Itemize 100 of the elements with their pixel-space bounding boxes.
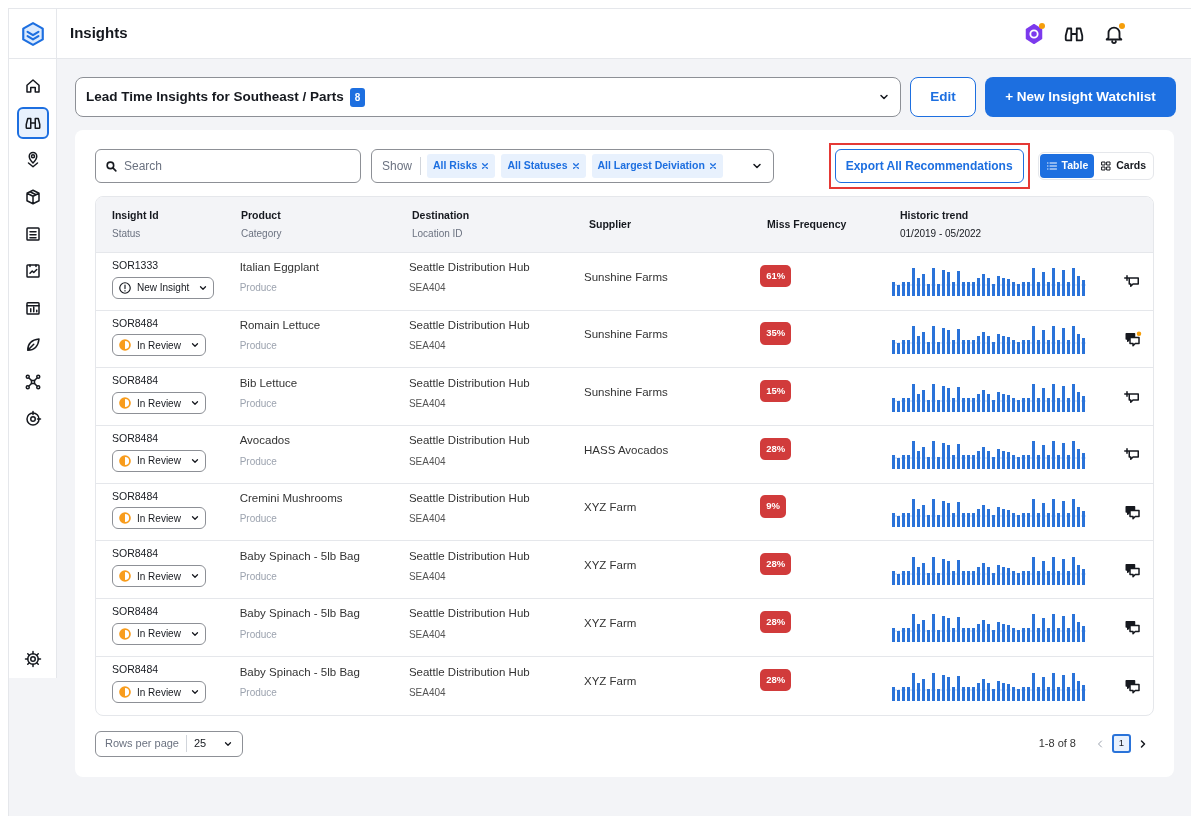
assistant-button[interactable] — [1023, 22, 1045, 45]
column-subtitle: 01/2019 - 05/2022 — [900, 227, 983, 242]
new-watchlist-button[interactable]: + New Insight Watchlist — [985, 77, 1176, 117]
location-id: SEA404 — [408, 396, 447, 411]
page-range: 1-8 of 8 — [1038, 736, 1076, 752]
filter-select[interactable]: Show All Risks All Statuses All Largest Deiviation — [371, 149, 774, 183]
filter-chip[interactable]: All Risks — [427, 154, 496, 178]
rows-per-page-value: 25 — [194, 736, 208, 752]
view-tab[interactable]: Table — [1039, 154, 1095, 178]
filter-chip[interactable]: All Statuses — [501, 154, 586, 178]
miss-frequency-badge: 61% — [760, 264, 792, 287]
half-moon-icon — [118, 626, 132, 641]
list-icon — [23, 225, 42, 243]
page-button[interactable]: 1 — [1112, 734, 1131, 753]
product-category: Produce — [239, 685, 278, 700]
export-button[interactable]: Export All Recommendations — [834, 149, 1024, 183]
destination-name: Seattle Distribution Hub — [408, 664, 531, 680]
location-id: SEA404 — [408, 339, 447, 354]
product-name: Bib Lettuce — [239, 375, 299, 391]
location-id: SEA404 — [408, 512, 447, 527]
supplier-name: Sunshine Farms — [584, 327, 669, 343]
miss-frequency-badge: 35% — [760, 322, 792, 345]
column-header: Historic trend — [900, 207, 970, 223]
status-select[interactable]: In Review — [112, 392, 206, 415]
insight-id: SOR8484 — [112, 488, 159, 504]
alert-icon — [118, 280, 132, 295]
close-icon — [708, 162, 717, 170]
list-icon — [1045, 160, 1058, 172]
edit-button[interactable]: Edit — [910, 77, 976, 117]
status-select[interactable]: In Review — [112, 681, 206, 704]
column-header: Product — [241, 207, 282, 223]
search-icon — [105, 160, 118, 173]
assistant-icon — [1023, 22, 1045, 45]
status-select[interactable]: New Insight — [112, 276, 215, 299]
insight-id: SOR8484 — [112, 604, 159, 620]
column-header: Insight Id — [112, 207, 160, 223]
close-icon — [481, 162, 490, 170]
product-name: Romain Lettuce — [239, 317, 322, 333]
miss-frequency-badge: 28% — [760, 669, 792, 692]
insight-id: SOR1333 — [112, 257, 159, 273]
half-moon-icon — [118, 453, 132, 468]
product-name: Baby Spinach - 5lb Bag — [239, 664, 361, 680]
package-icon — [23, 188, 42, 206]
supplier-name: XYZ Farm — [584, 615, 638, 631]
product-name: Baby Spinach - 5lb Bag — [239, 606, 361, 622]
status-select[interactable]: In Review — [112, 334, 206, 357]
product-category: Produce — [239, 281, 278, 296]
location-id: SEA404 — [408, 281, 447, 296]
supplier-name: HASS Avocados — [584, 442, 670, 458]
column-subtitle: Status — [112, 227, 142, 242]
status-select[interactable]: In Review — [112, 622, 206, 645]
product-category: Produce — [239, 396, 278, 411]
product-name: Baby Spinach - 5lb Bag — [239, 548, 361, 564]
watchlist-select[interactable]: Lead Time Insights for Southeast / Parts 8 — [75, 77, 901, 117]
destination-name: Seattle Distribution Hub — [408, 433, 531, 449]
supplier-name: Sunshine Farms — [584, 385, 669, 401]
destination-name: Seattle Distribution Hub — [408, 260, 531, 276]
product-name: Cremini Mushrooms — [239, 490, 344, 506]
column-subtitle: Category — [241, 227, 283, 242]
product-category: Produce — [239, 339, 278, 354]
miss-frequency-badge: 28% — [760, 610, 792, 634]
count-badge: 8 — [349, 87, 366, 107]
status-select[interactable]: In Review — [112, 565, 206, 588]
rows-per-page-select[interactable]: Rows per page 25 — [95, 730, 243, 757]
product-name: Avocados — [239, 433, 291, 449]
insight-id: SOR8484 — [112, 662, 159, 678]
view-tab[interactable]: Cards — [1094, 154, 1152, 178]
miss-frequency-badge: 28% — [760, 553, 792, 576]
search-field[interactable]: Search — [95, 149, 361, 183]
column-subtitle: Location ID — [412, 227, 464, 242]
logo-icon — [19, 20, 46, 47]
destination-name: Seattle Distribution Hub — [408, 375, 531, 391]
column-header: Supplier — [589, 216, 632, 232]
bell-button[interactable] — [1103, 22, 1125, 45]
settings-icon — [23, 650, 42, 668]
insight-id: SOR8484 — [112, 315, 159, 331]
rows-per-page-label: Rows per page — [105, 735, 187, 752]
close-icon — [571, 162, 580, 170]
location-id: SEA404 — [408, 685, 447, 700]
status-select[interactable]: In Review — [112, 449, 206, 472]
destination-name: Seattle Distribution Hub — [408, 317, 531, 333]
sidebar-item[interactable] — [16, 107, 49, 139]
destination-name: Seattle Distribution Hub — [408, 548, 531, 564]
grid-icon — [1100, 160, 1113, 172]
supplier-name: Sunshine Farms — [584, 269, 669, 285]
filter-chip[interactable]: All Largest Deiviation — [591, 154, 723, 178]
page-title: Insights — [70, 23, 129, 44]
miss-frequency-badge: 9% — [760, 495, 786, 518]
half-moon-icon — [118, 569, 132, 584]
half-moon-icon — [118, 338, 132, 353]
destination-name: Seattle Distribution Hub — [408, 490, 531, 506]
column-header: Miss Frequency — [767, 216, 848, 232]
half-moon-icon — [118, 685, 132, 700]
show-label: Show — [382, 157, 422, 175]
location-id: SEA404 — [408, 627, 447, 642]
report-icon — [23, 299, 42, 317]
product-category: Produce — [239, 627, 278, 642]
watchlist-name: Lead Time Insights for Southeast / Parts — [86, 87, 344, 106]
half-moon-icon — [118, 396, 132, 411]
status-select[interactable]: In Review — [112, 507, 206, 530]
